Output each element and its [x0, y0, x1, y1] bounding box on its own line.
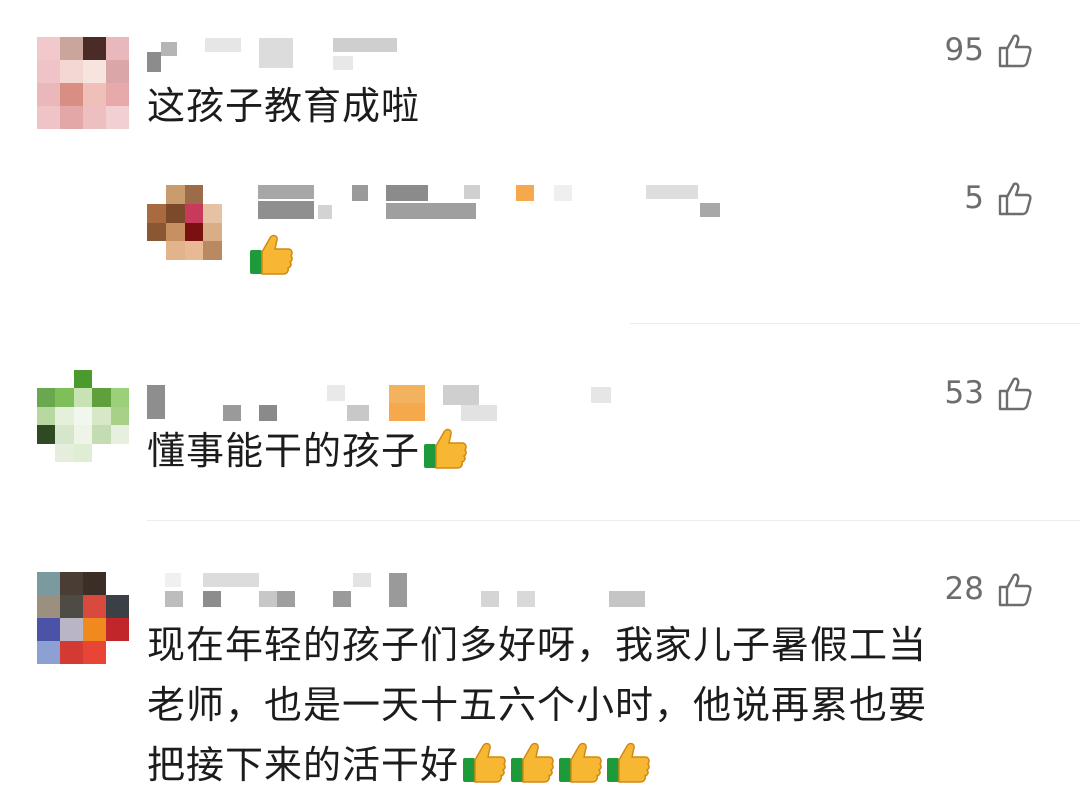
comment-3: 懂事能干的孩子 53 — [0, 325, 1080, 520]
comment-text-line-2: 老师，也是一天十五六个小时，他说再累也要 — [147, 683, 928, 727]
username-blurred[interactable] — [147, 385, 617, 425]
like-button[interactable]: 5 — [964, 178, 1032, 218]
like-count: 95 — [944, 32, 984, 68]
comment-text-line-1: 现在年轻的孩子们多好呀，我家儿子暑假工当 — [147, 623, 928, 667]
thumbs-up-emoji-icon — [463, 742, 506, 783]
username-blurred[interactable] — [147, 38, 417, 78]
thumbs-up-emoji-icon — [559, 742, 602, 783]
like-count: 53 — [944, 375, 984, 411]
comment-1: 这孩子教育成啦 95 — [0, 0, 1080, 150]
avatar[interactable] — [37, 572, 129, 664]
avatar[interactable] — [37, 37, 129, 129]
comment-4: 现在年轻的孩子们多好呀，我家儿子暑假工当 老师，也是一天十五六个小时，他说再累也… — [0, 521, 1080, 794]
thumbs-up-outline-icon — [998, 182, 1032, 216]
like-count: 5 — [964, 180, 984, 216]
avatar[interactable] — [147, 185, 222, 260]
comment-text-content: 把接下来的活干好 — [147, 743, 460, 787]
thumbs-up-emoji-icon — [607, 742, 650, 783]
thumbs-up-outline-icon — [998, 34, 1032, 68]
thumbs-up-outline-icon — [998, 377, 1032, 411]
avatar[interactable] — [37, 370, 129, 462]
reply-1: 5 — [0, 150, 1080, 325]
divider — [630, 323, 1080, 324]
like-count: 28 — [944, 571, 984, 607]
comment-text: 懂事能干的孩子 — [147, 423, 468, 479]
comment-text-line-3: 把接下来的活干好 — [147, 737, 651, 793]
comment-text-content: 懂事能干的孩子 — [147, 429, 421, 473]
like-button[interactable]: 53 — [945, 373, 1032, 413]
thumbs-up-outline-icon — [998, 573, 1032, 607]
thumbs-up-emoji-icon — [424, 428, 467, 469]
username-blurred[interactable] — [258, 183, 728, 223]
comment-text: 这孩子教育成啦 — [147, 84, 421, 128]
username-blurred[interactable] — [147, 573, 667, 613]
like-button[interactable]: 28 — [945, 569, 1032, 609]
like-button[interactable]: 95 — [945, 30, 1032, 70]
thumbs-up-emoji-icon — [511, 742, 554, 783]
thumbs-up-emoji-icon — [250, 234, 293, 275]
